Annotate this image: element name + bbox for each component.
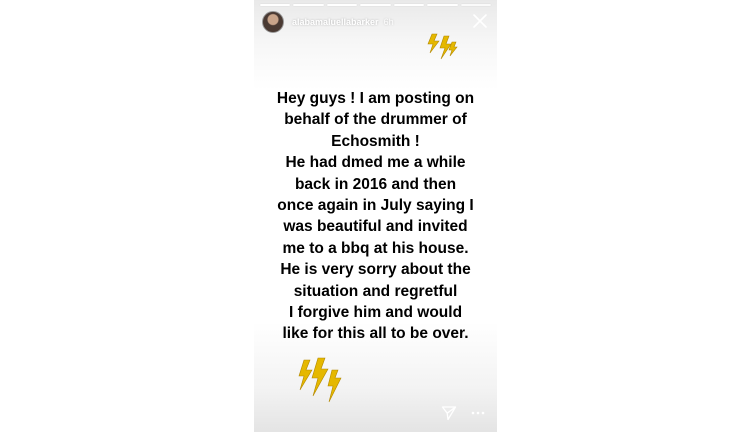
lightning-bolt-icon [427,33,458,60]
username[interactable]: alabamaluellabarker [292,17,379,27]
progress-segment [293,4,324,6]
close-icon[interactable] [471,12,489,30]
story-header: alabamaluellabarker 6h [262,11,489,33]
lightning-bolt-icon [298,357,342,403]
progress-segment [393,4,425,6]
story-progress-bar [260,4,491,6]
avatar[interactable] [262,11,284,33]
progress-segment [326,4,358,6]
progress-segment [360,4,391,6]
send-icon[interactable] [441,405,457,421]
progress-segment [460,4,491,6]
post-time: 6h [383,17,394,27]
more-icon[interactable] [471,411,485,415]
progress-segment [427,4,458,6]
progress-segment [260,4,291,6]
story-viewer[interactable]: alabamaluellabarker 6h Hey guys ! I am p… [254,0,497,432]
story-footer [441,404,485,422]
story-text: Hey guys ! I am posting on behalf of the… [276,90,475,343]
